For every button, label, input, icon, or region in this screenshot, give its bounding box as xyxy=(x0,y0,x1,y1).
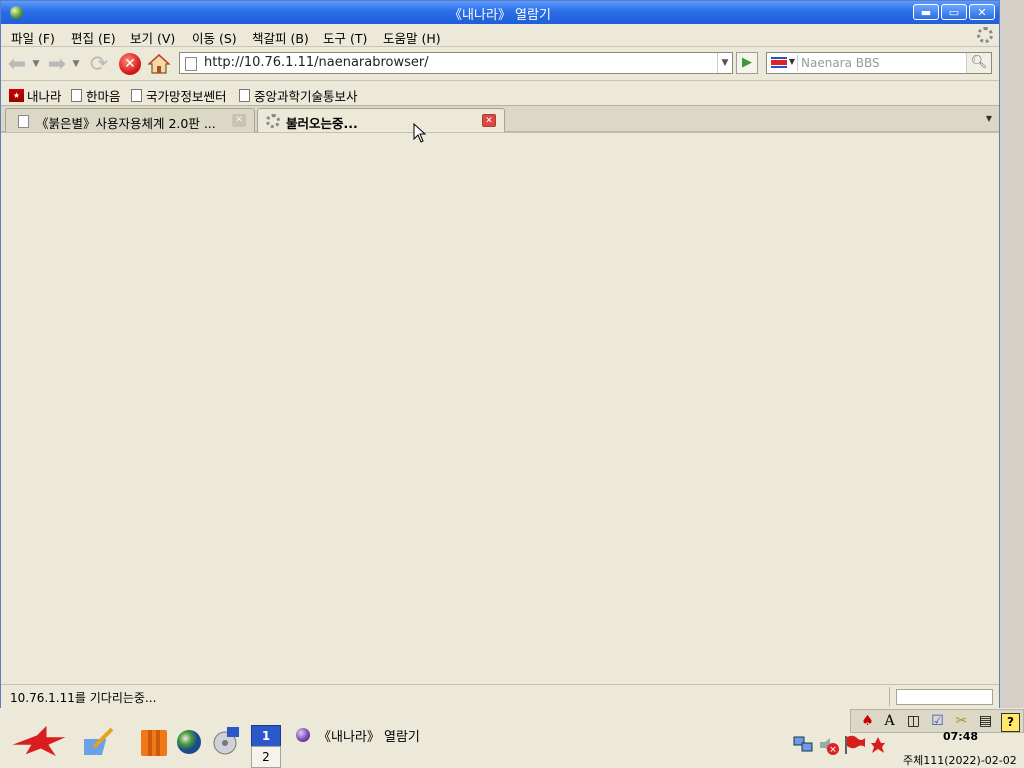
menu-tools[interactable]: 도구 (T) xyxy=(323,28,367,47)
forward-arrow-icon[interactable]: ➡ xyxy=(45,52,69,77)
back-dropdown-icon[interactable]: ▼ xyxy=(31,52,41,76)
status-progress-panel xyxy=(896,689,993,705)
task-label: 《내나라》 열람기 xyxy=(318,729,420,745)
bookmark-naenara[interactable]: ★ 내나라 xyxy=(9,86,62,105)
close-button[interactable]: ✕ xyxy=(969,4,995,20)
menu-file[interactable]: 파일 (F) xyxy=(11,28,55,47)
network-icon[interactable] xyxy=(792,733,814,755)
tab-redstar-guide[interactable]: 《붉은별》사용자용체계 2.0판 ... ✕ xyxy=(5,108,255,132)
bookmark-label: 내나라 xyxy=(27,89,62,104)
bookmark-science-tech-news[interactable]: 중앙과학기술통보사 xyxy=(239,86,358,105)
tools-icon[interactable]: ✂ xyxy=(953,713,970,730)
app-globe-icon xyxy=(296,728,310,742)
volume-muted-icon[interactable]: ✕ xyxy=(818,735,842,757)
status-bar: 10.76.1.11를 기다리는중... xyxy=(1,684,999,708)
page-icon xyxy=(71,89,82,102)
bookmark-label: 한마음 xyxy=(86,89,121,104)
menu-help[interactable]: 도움말 (H) xyxy=(383,28,441,47)
clock[interactable]: 07:48 xyxy=(943,730,978,743)
page-icon xyxy=(131,89,142,102)
keyboard-layout-icon[interactable] xyxy=(870,736,886,754)
tab-strip: 《붉은별》사용자용체계 2.0판 ... ✕ 불러오는중... ✕ ▼ xyxy=(1,105,999,133)
forward-dropdown-icon[interactable]: ▼ xyxy=(71,52,81,76)
bookmark-network-info-center[interactable]: 국가망정보쎈터 xyxy=(131,86,227,105)
back-arrow-icon[interactable]: ⬅ xyxy=(5,52,29,77)
title-bar[interactable]: 《내나라》 열람기 ▬ ▭ ✕ xyxy=(1,1,999,24)
browser-globe-icon[interactable] xyxy=(173,725,207,759)
browser-window: 《내나라》 열람기 ▬ ▭ ✕ 파일 (F) 편집 (E) 보기 (V) 이동 … xyxy=(0,0,1000,708)
bookmark-label: 중앙과학기술통보사 xyxy=(254,89,358,104)
bookmark-label: 국가망정보쎈터 xyxy=(146,89,227,104)
menu-edit[interactable]: 편집 (E) xyxy=(71,28,116,47)
clipboard-icon[interactable]: ▤ xyxy=(977,713,994,730)
date: 주체111(2022)-02-02 xyxy=(903,754,1017,767)
url-bar[interactable]: http://10.76.1.11/naenarabrowser/ ▼ xyxy=(179,52,733,74)
status-separator xyxy=(889,687,890,706)
menu-bookmarks[interactable]: 책갈피 (B) xyxy=(252,28,309,47)
menu-bar: 파일 (F) 편집 (E) 보기 (V) 이동 (S) 책갈피 (B) 도구 (… xyxy=(1,24,999,46)
page-icon xyxy=(239,89,250,102)
tab-label: 불러오는중... xyxy=(286,116,358,131)
search-bar[interactable]: ▼ Naenara BBS 🔍︎ xyxy=(766,52,992,74)
loading-spinner-icon xyxy=(266,114,280,128)
desktop-2-button[interactable]: 2 xyxy=(251,746,281,768)
navigation-toolbar: ⬅ ▼ ➡ ▼ ⟳ ✕ http://10.76.1.11/naenarabro… xyxy=(1,46,999,81)
throbber-icon xyxy=(977,27,993,43)
search-magnifier-icon[interactable]: 🔍︎ xyxy=(966,53,991,73)
notes-icon[interactable]: ☑ xyxy=(929,713,946,730)
tab-close-icon[interactable]: ✕ xyxy=(482,114,496,127)
page-content[interactable] xyxy=(1,132,999,685)
page-icon xyxy=(18,115,29,128)
tab-list-dropdown-icon[interactable]: ▼ xyxy=(981,108,997,129)
search-input[interactable]: Naenara BBS xyxy=(801,56,880,70)
home-icon[interactable] xyxy=(147,52,171,76)
flag-icon[interactable] xyxy=(843,734,867,756)
stop-icon[interactable]: ✕ xyxy=(118,52,142,76)
menu-go[interactable]: 이동 (S) xyxy=(192,28,237,47)
window-title: 《내나라》 열람기 xyxy=(449,8,551,23)
maximize-button[interactable]: ▭ xyxy=(941,4,967,20)
reload-icon[interactable]: ⟳ xyxy=(87,52,111,77)
font-icon[interactable]: A xyxy=(881,713,898,730)
naenara-logo-icon: ★ xyxy=(9,89,24,102)
input-tray: ♠ A ◫ ☑ ✂ ▤ ? xyxy=(850,709,1024,733)
tab-loading[interactable]: 불러오는중... ✕ xyxy=(257,108,505,133)
engine-dropdown-icon[interactable]: ▼ xyxy=(789,57,795,66)
flag-icon xyxy=(771,57,787,68)
mouse-cursor-icon xyxy=(413,123,427,143)
keyboard-icon[interactable]: ♠ xyxy=(859,713,876,730)
go-arrow-icon[interactable]: ▶ xyxy=(736,52,758,74)
desktop-1-button[interactable]: 1 xyxy=(251,725,281,747)
window-icon[interactable]: ◫ xyxy=(905,713,922,730)
menu-view[interactable]: 보기 (V) xyxy=(130,28,175,47)
taskbar-window-button[interactable]: 《내나라》 열람기 xyxy=(296,725,420,745)
editor-icon[interactable] xyxy=(84,725,118,759)
files-icon[interactable] xyxy=(137,725,171,759)
page-icon xyxy=(185,57,197,71)
svg-text:✕: ✕ xyxy=(829,746,837,756)
url-text[interactable]: http://10.76.1.11/naenarabrowser/ xyxy=(204,55,429,70)
url-dropdown-icon[interactable]: ▼ xyxy=(717,53,732,73)
music-icon[interactable] xyxy=(209,725,243,759)
status-text: 10.76.1.11를 기다리는중... xyxy=(10,691,157,705)
bookmark-hanmaum[interactable]: 한마음 xyxy=(71,86,121,105)
bookmarks-toolbar: ★ 내나라 한마음 국가망정보쎈터 중앙과학기술통보사 xyxy=(1,80,999,106)
desktop-switcher: 1 2 xyxy=(251,725,281,768)
red-star-start-icon[interactable] xyxy=(8,724,68,758)
tab-close-icon[interactable]: ✕ xyxy=(232,114,246,127)
search-engine-selector[interactable]: ▼ xyxy=(769,55,798,71)
help-icon[interactable]: ? xyxy=(1001,713,1020,732)
minimize-button[interactable]: ▬ xyxy=(913,4,939,20)
tab-label: 《붉은별》사용자용체계 2.0판 ... xyxy=(36,116,216,131)
